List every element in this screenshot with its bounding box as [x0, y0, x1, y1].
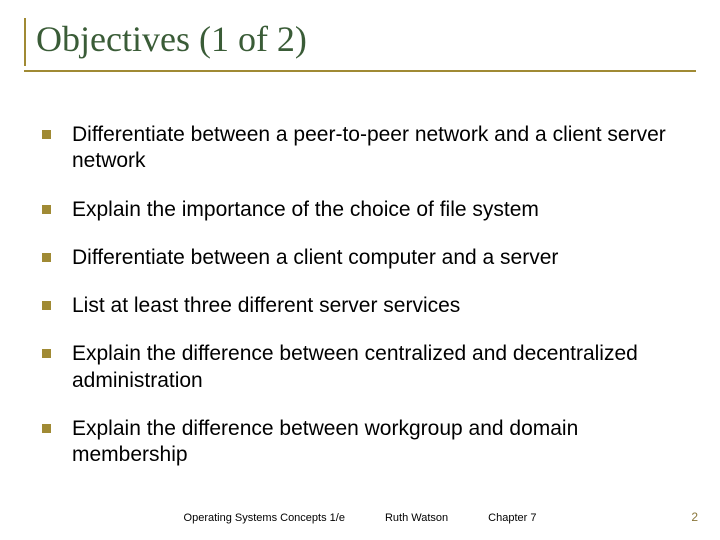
square-bullet-icon [42, 301, 51, 310]
slide-title: Objectives (1 of 2) [36, 18, 696, 66]
footer-center: Ruth Watson [385, 512, 448, 524]
bullet-text: Explain the importance of the choice of … [72, 198, 539, 221]
bullet-text: List at least three different server ser… [72, 294, 460, 317]
bullet-text: Explain the difference between centraliz… [72, 342, 638, 391]
list-item: Explain the importance of the choice of … [42, 197, 696, 223]
title-rule-left: Objectives (1 of 2) [24, 18, 696, 66]
list-item: Differentiate between a peer-to-peer net… [42, 122, 696, 175]
square-bullet-icon [42, 205, 51, 214]
slide: Objectives (1 of 2) Differentiate betwee… [0, 0, 720, 540]
list-item: Differentiate between a client computer … [42, 245, 696, 271]
list-item: List at least three different server ser… [42, 293, 696, 319]
bullet-text: Differentiate between a peer-to-peer net… [72, 123, 666, 172]
square-bullet-icon [42, 130, 51, 139]
page-number: 2 [691, 510, 698, 524]
bullet-text: Differentiate between a client computer … [72, 246, 558, 269]
bullet-list: Differentiate between a peer-to-peer net… [24, 122, 696, 468]
footer-left: Operating Systems Concepts 1/e [184, 512, 345, 524]
square-bullet-icon [42, 349, 51, 358]
square-bullet-icon [42, 253, 51, 262]
title-rule: Objectives (1 of 2) [24, 18, 696, 72]
list-item: Explain the difference between workgroup… [42, 416, 696, 469]
footer-right: Chapter 7 [488, 512, 536, 524]
list-item: Explain the difference between centraliz… [42, 341, 696, 394]
bullet-text: Explain the difference between workgroup… [72, 417, 578, 466]
slide-footer: Operating Systems Concepts 1/e Ruth Wats… [0, 512, 720, 524]
square-bullet-icon [42, 424, 51, 433]
